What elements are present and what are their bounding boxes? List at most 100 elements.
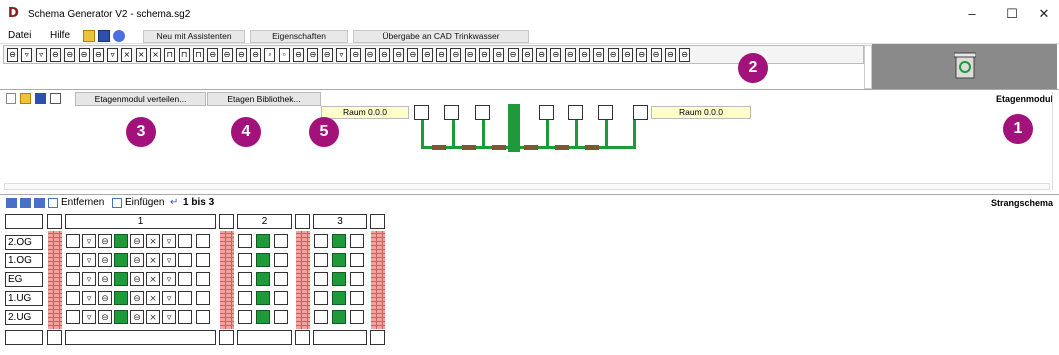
shower-icon[interactable]: ⨯: [135, 48, 147, 62]
empty-fixture-slot[interactable]: [238, 310, 252, 324]
floor-label-1ug[interactable]: 1.UG: [5, 291, 43, 306]
empty-fixture-slot[interactable]: [274, 291, 288, 305]
empty-fixture-slot[interactable]: [350, 253, 364, 267]
floor-label-2og[interactable]: 2.OG: [5, 235, 43, 250]
riser-segment[interactable]: [256, 234, 270, 248]
shower-icon[interactable]: ⨯: [121, 48, 133, 62]
new-icon[interactable]: [6, 93, 16, 104]
washbasin-icon[interactable]: ▿: [162, 310, 176, 324]
fitting-icon[interactable]: ⊖: [293, 48, 304, 62]
palette-scrollbar[interactable]: [864, 45, 872, 89]
empty-fixture-slot[interactable]: [66, 253, 80, 267]
riser-segment[interactable]: [114, 234, 128, 248]
fitting-icon[interactable]: ⊖: [664, 48, 676, 62]
washbasin-icon[interactable]: [444, 105, 459, 120]
riser-segment[interactable]: [256, 253, 270, 267]
washbasin-icon[interactable]: [598, 105, 613, 120]
empty-fixture-slot[interactable]: [274, 234, 288, 248]
riser-segment[interactable]: [332, 310, 346, 324]
vertical-scrollbar[interactable]: [1052, 92, 1058, 190]
empty-fixture-slot[interactable]: [314, 310, 328, 324]
empty-fixture-slot[interactable]: [274, 272, 288, 286]
riser-segment[interactable]: [114, 253, 128, 267]
distribute-floor-module-button[interactable]: Etagenmodul verteilen...: [75, 92, 206, 106]
empty-fixture-slot[interactable]: [238, 291, 252, 305]
empty-fixture-slot[interactable]: [350, 291, 364, 305]
empty-fixture-slot[interactable]: [414, 105, 429, 120]
fitting-icon[interactable]: ⊖: [478, 48, 490, 62]
empty-fixture-slot[interactable]: [350, 272, 364, 286]
washbasin-icon[interactable]: ▿: [82, 234, 96, 248]
washbasin-icon[interactable]: ▿: [162, 272, 176, 286]
sink-icon[interactable]: [475, 105, 490, 120]
sink-icon[interactable]: ⊖: [7, 48, 18, 62]
fitting-icon[interactable]: ⊖: [407, 48, 419, 62]
fitting-icon[interactable]: ⊖: [378, 48, 390, 62]
empty-fixture-slot[interactable]: [66, 291, 80, 305]
shower-icon[interactable]: ⨯: [146, 234, 160, 248]
shower-icon[interactable]: ⨯: [150, 48, 161, 62]
fitting-icon[interactable]: ⊖: [493, 48, 505, 62]
washbasin-icon[interactable]: ▿: [21, 48, 33, 62]
sink-icon[interactable]: ⊖: [130, 291, 144, 305]
fitting-icon[interactable]: ⊖: [679, 48, 691, 62]
shower-icon[interactable]: [568, 105, 583, 120]
empty-fixture-slot[interactable]: [66, 234, 80, 248]
fitting-icon[interactable]: ⊖: [607, 48, 619, 62]
remove-label[interactable]: Entfernen: [61, 197, 104, 208]
shower-icon[interactable]: ⨯: [146, 310, 160, 324]
room-left[interactable]: Raum 0.0.0: [321, 106, 409, 119]
toilet-icon[interactable]: ⊖: [98, 272, 112, 286]
washbasin-icon[interactable]: ▿: [162, 234, 176, 248]
fitting-icon[interactable]: ⊖: [536, 48, 548, 62]
save-icon[interactable]: [35, 93, 46, 104]
empty-fixture-slot[interactable]: [238, 253, 252, 267]
toilet-icon[interactable]: ⊖: [98, 291, 112, 305]
save-icon[interactable]: [98, 30, 110, 42]
riser-segment[interactable]: [256, 310, 270, 324]
sink-icon[interactable]: ⊖: [130, 310, 144, 324]
recycle-bin-panel[interactable]: [872, 44, 1057, 90]
sink-icon[interactable]: [539, 105, 554, 120]
menu-datei[interactable]: Datei: [8, 30, 31, 41]
tap-icon[interactable]: ⊖: [207, 48, 219, 62]
empty-fixture-slot[interactable]: [178, 272, 192, 286]
column-header-3[interactable]: 3: [313, 214, 367, 229]
riser-segment[interactable]: [332, 253, 346, 267]
riser-segment[interactable]: [256, 291, 270, 305]
fitting-icon[interactable]: ⊖: [321, 48, 333, 62]
valve-icon[interactable]: ⊖: [78, 48, 90, 62]
fitting-icon[interactable]: ⊖: [364, 48, 376, 62]
sink-icon[interactable]: ⊖: [130, 272, 144, 286]
fitting-icon[interactable]: ⊖: [650, 48, 662, 62]
washbasin-icon[interactable]: ▿: [162, 291, 176, 305]
column-header-2[interactable]: 2: [237, 214, 292, 229]
empty-fixture-slot[interactable]: [350, 234, 364, 248]
fitting-icon[interactable]: ⊖: [421, 48, 433, 62]
column-header-1[interactable]: 1: [65, 214, 216, 229]
shower-icon[interactable]: ⨯: [146, 291, 160, 305]
fitting-icon[interactable]: ⊖: [507, 48, 519, 62]
washbasin-icon[interactable]: ▿: [82, 291, 96, 305]
toilet-icon[interactable]: ⊖: [98, 234, 112, 248]
empty-fixture-slot[interactable]: [633, 105, 648, 120]
valve-icon[interactable]: ⊖: [64, 48, 76, 62]
fitting-icon[interactable]: ⊖: [436, 48, 447, 62]
riser-segment[interactable]: [256, 272, 270, 286]
empty-fixture-slot[interactable]: [314, 234, 328, 248]
fitting-icon[interactable]: ⊖: [464, 48, 476, 62]
empty-fixture-slot[interactable]: [178, 310, 192, 324]
tap-icon[interactable]: ⊖: [250, 48, 262, 62]
open-folder-icon[interactable]: [20, 93, 31, 104]
washbasin-icon[interactable]: ▿: [35, 48, 47, 62]
empty-fixture-slot[interactable]: [350, 310, 364, 324]
toilet-icon[interactable]: ⊖: [98, 253, 112, 267]
warning-icon[interactable]: [50, 93, 61, 104]
floor-label-1og[interactable]: 1.OG: [5, 253, 43, 268]
box-icon[interactable]: ▫: [264, 48, 276, 62]
riser-segment[interactable]: [114, 310, 128, 324]
bathtub-icon[interactable]: ⊓: [192, 48, 204, 62]
toilet-icon[interactable]: ⊖: [98, 310, 112, 324]
empty-fixture-slot[interactable]: [196, 272, 210, 286]
add-column-icon[interactable]: [34, 198, 45, 208]
